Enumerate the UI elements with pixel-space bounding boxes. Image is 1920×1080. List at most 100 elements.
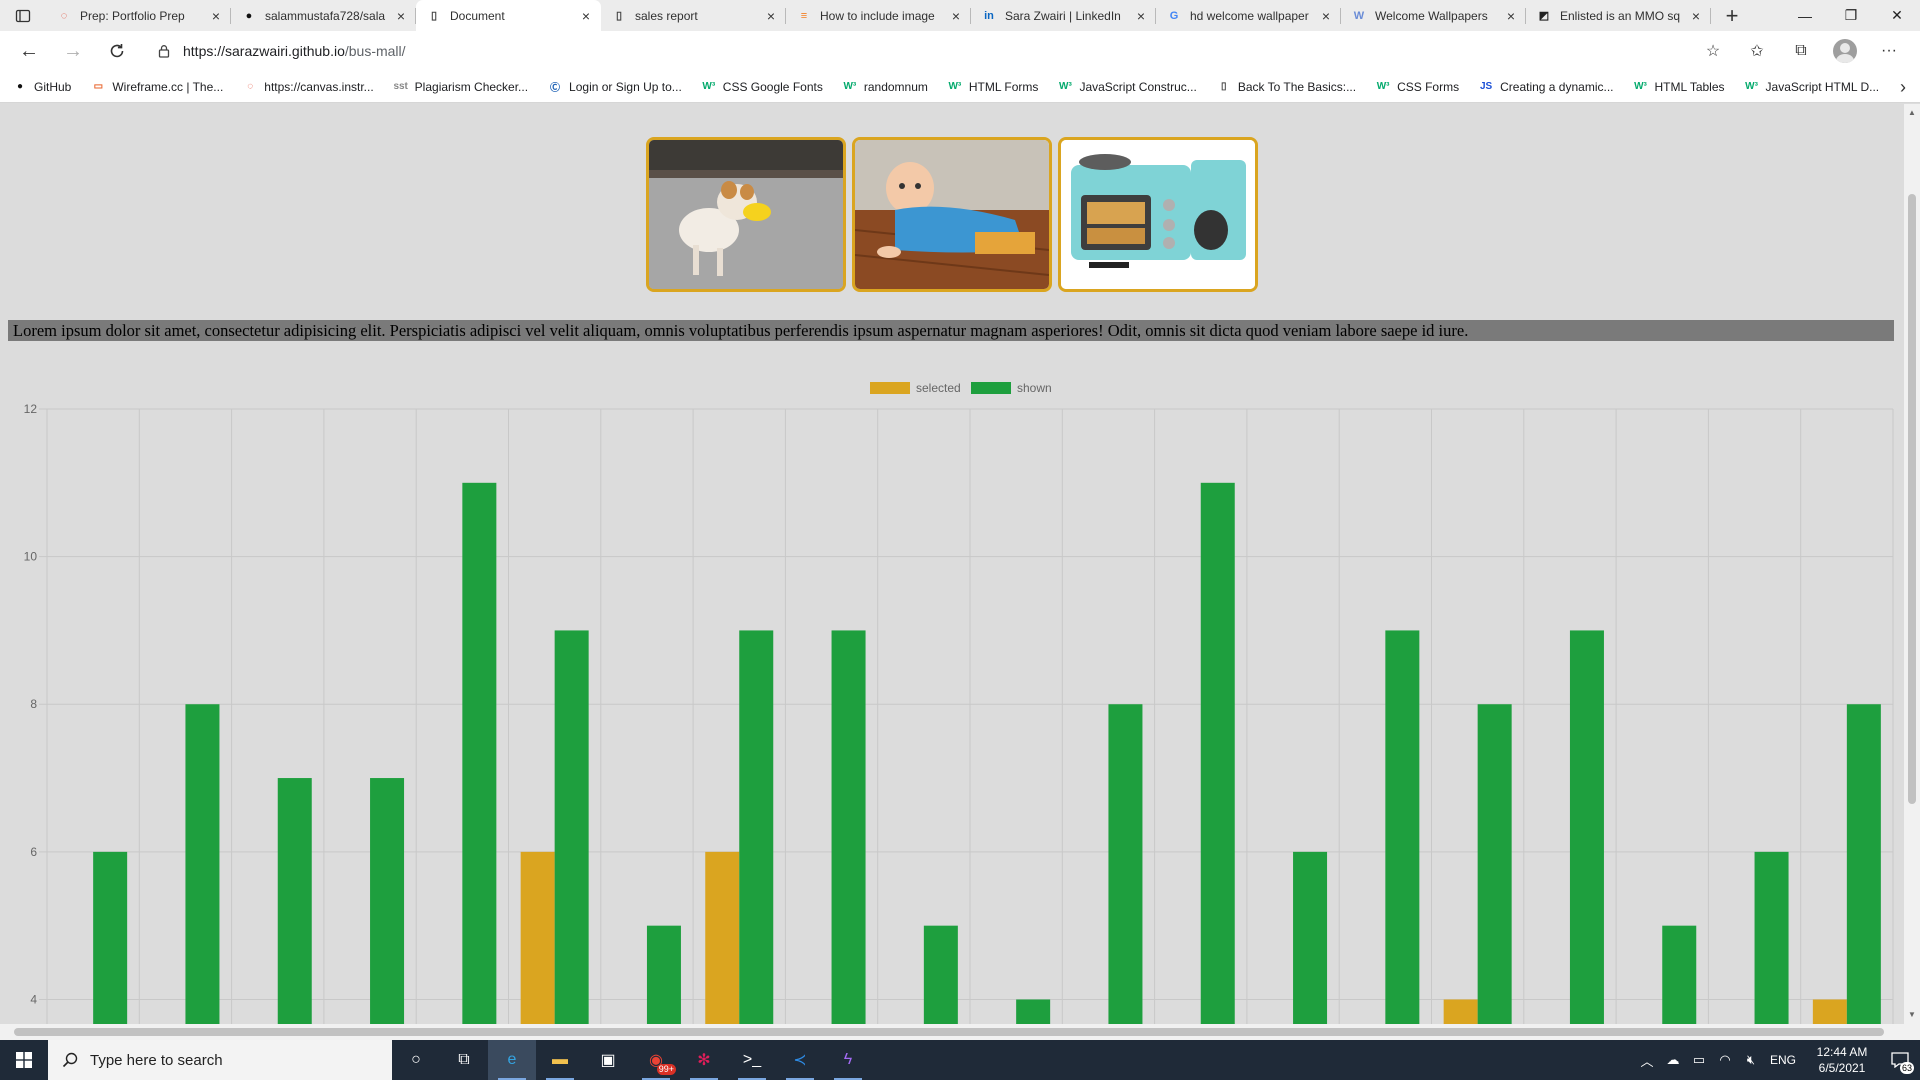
- forward-button[interactable]: →: [56, 34, 90, 68]
- store-app[interactable]: ▣: [584, 1040, 632, 1080]
- bookmark-item[interactable]: W³ randomnum: [842, 79, 927, 95]
- slack-app[interactable]: ✻: [680, 1040, 728, 1080]
- tab-5[interactable]: in Sara Zwairi | LinkedIn ×: [971, 0, 1156, 31]
- close-tab-icon[interactable]: ×: [394, 9, 408, 23]
- close-tab-icon[interactable]: ×: [1319, 9, 1333, 23]
- start-button[interactable]: [0, 1040, 48, 1080]
- language-indicator[interactable]: ENG: [1770, 1053, 1796, 1067]
- wifi-icon[interactable]: ◠: [1712, 1052, 1738, 1068]
- bookmark-item[interactable]: W³ JavaScript HTML D...: [1744, 79, 1879, 95]
- vertical-scrollbar[interactable]: ▲ ▼: [1904, 104, 1920, 1024]
- bookmark-label: Login or Sign Up to...: [569, 79, 682, 94]
- new-tab-button[interactable]: +: [1717, 0, 1747, 31]
- tab-title: Document: [450, 8, 505, 23]
- cortana-app[interactable]: ○: [392, 1040, 440, 1080]
- terminal-app[interactable]: >_: [728, 1040, 776, 1080]
- tab-actions-button[interactable]: [0, 0, 46, 31]
- tab-8[interactable]: ◩ Enlisted is an MMO sq ×: [1526, 0, 1711, 31]
- refresh-icon: [110, 44, 124, 58]
- profile-button[interactable]: [1828, 35, 1862, 67]
- bookmark-item[interactable]: ▭ Wireframe.cc | The...: [90, 79, 224, 95]
- bookmark-item[interactable]: W³ CSS Forms: [1375, 79, 1459, 95]
- close-tab-icon[interactable]: ×: [1134, 9, 1148, 23]
- volume-muted-icon[interactable]: 🔇︎: [1738, 1052, 1764, 1068]
- taskbar-search[interactable]: Type here to search: [48, 1040, 392, 1080]
- file-explorer-app[interactable]: ▬: [536, 1040, 584, 1080]
- close-tab-icon[interactable]: ×: [209, 9, 223, 23]
- bookmark-item[interactable]: Ⓒ Login or Sign Up to...: [547, 79, 682, 95]
- notifications-button[interactable]: 63: [1880, 1040, 1920, 1080]
- address-bar[interactable]: https://sarazwairi.github.io/bus-mall/: [145, 35, 1760, 67]
- favorites-button[interactable]: ✩: [1740, 35, 1774, 67]
- bookmark-item[interactable]: W³ JavaScript Construc...: [1057, 79, 1197, 95]
- tab-0[interactable]: ◌ Prep: Portfolio Prep ×: [46, 0, 231, 31]
- bookmark-item[interactable]: W³ HTML Tables: [1633, 79, 1724, 95]
- bookmark-item[interactable]: ● GitHub: [12, 79, 71, 95]
- restore-button[interactable]: ❐: [1828, 0, 1874, 31]
- task-view-app[interactable]: ⧉: [440, 1040, 488, 1080]
- tab-4[interactable]: ≡ How to include image ×: [786, 0, 971, 31]
- tab-1[interactable]: ● salammustafa728/sala ×: [231, 0, 416, 31]
- chevron-up-icon[interactable]: ︿: [1634, 1051, 1660, 1070]
- bookmark-item[interactable]: JS Creating a dynamic...: [1478, 79, 1614, 95]
- horizontal-scroll-thumb[interactable]: [14, 1028, 1884, 1036]
- legend-swatch-selected: [870, 382, 910, 394]
- bookmark-label: Plagiarism Checker...: [414, 79, 529, 94]
- tab-3[interactable]: ▯ sales report ×: [601, 0, 786, 31]
- bar-selected-19: [1812, 999, 1847, 1024]
- battery-icon[interactable]: ▭: [1686, 1052, 1712, 1068]
- back-button[interactable]: ←: [12, 34, 46, 68]
- clock[interactable]: 12:44 AM 6/5/2021: [1804, 1044, 1880, 1076]
- bookmark-item[interactable]: W³ CSS Google Fonts: [701, 79, 823, 95]
- canvas-icon: ◌: [60, 9, 68, 22]
- tab-7[interactable]: W Welcome Wallpapers ×: [1341, 0, 1526, 31]
- menu-button[interactable]: ···: [1872, 35, 1906, 67]
- close-tab-icon[interactable]: ×: [1689, 9, 1703, 23]
- legend-swatch-shown: [971, 382, 1011, 394]
- bookmark-item[interactable]: ▯ Back To The Basics:...: [1216, 79, 1356, 95]
- bookmark-item[interactable]: ◌ https://canvas.instr...: [242, 79, 373, 95]
- clock-date: 6/5/2021: [1818, 1061, 1866, 1075]
- tab-6[interactable]: Ghd welcome wallpaper ×: [1156, 0, 1341, 31]
- horizontal-scrollbar[interactable]: [0, 1024, 1904, 1040]
- minimize-button[interactable]: —: [1782, 0, 1828, 31]
- close-tab-icon[interactable]: ×: [949, 9, 963, 23]
- refresh-button[interactable]: [100, 34, 134, 68]
- bar-shown-8: [831, 630, 866, 1024]
- collections-button[interactable]: ⧉: [1784, 35, 1818, 67]
- more-icon: ···: [1881, 42, 1897, 59]
- bookmark-item[interactable]: W³ HTML Forms: [947, 79, 1038, 95]
- search-icon: [62, 1052, 78, 1068]
- tab-2[interactable]: ▯ Document ×: [416, 0, 601, 31]
- scroll-down-icon[interactable]: ▼: [1904, 1008, 1920, 1022]
- product-image-breakfast[interactable]: [1058, 137, 1258, 292]
- terminal-icon: >_: [742, 1051, 762, 1068]
- messenger-app[interactable]: ϟ: [824, 1040, 872, 1080]
- edge-app[interactable]: e: [488, 1040, 536, 1080]
- close-tab-icon[interactable]: ×: [1504, 9, 1518, 23]
- votes-chart: 12 10 8 6 4 selected shown: [0, 369, 1904, 1024]
- messenger-icon: ϟ: [843, 1051, 853, 1068]
- bookmark-label: Creating a dynamic...: [1500, 79, 1614, 94]
- scroll-up-icon[interactable]: ▲: [1904, 106, 1920, 120]
- search-placeholder: Type here to search: [90, 1051, 223, 1069]
- chrome-badge: 99+: [656, 1064, 676, 1075]
- product-image-baby-sweep[interactable]: [852, 137, 1052, 292]
- onedrive-icon[interactable]: ☁: [1660, 1052, 1686, 1068]
- close-tab-icon[interactable]: ×: [579, 9, 593, 23]
- browser-tools: ☆ ✩ ⧉ ···: [1696, 35, 1906, 67]
- close-tab-icon[interactable]: ×: [764, 9, 778, 23]
- vertical-scroll-thumb[interactable]: [1908, 194, 1916, 804]
- tab-actions-icon: [15, 9, 31, 22]
- close-window-button[interactable]: ✕: [1874, 0, 1920, 31]
- chrome-app[interactable]: ◉ 99+: [632, 1040, 680, 1080]
- product-image-dog-duck[interactable]: [646, 137, 846, 292]
- tab-title: Welcome Wallpapers: [1375, 8, 1488, 23]
- vscode-app[interactable]: ≺: [776, 1040, 824, 1080]
- bookmark-label: CSS Google Fonts: [722, 79, 823, 94]
- bookmark-label: Back To The Basics:...: [1237, 79, 1357, 94]
- y-tick-label: 12: [24, 402, 38, 416]
- bookmarks-more-button[interactable]: ›: [1900, 77, 1906, 98]
- add-favorite-button[interactable]: ☆: [1696, 35, 1730, 67]
- bookmark-item[interactable]: sst Plagiarism Checker...: [393, 79, 528, 95]
